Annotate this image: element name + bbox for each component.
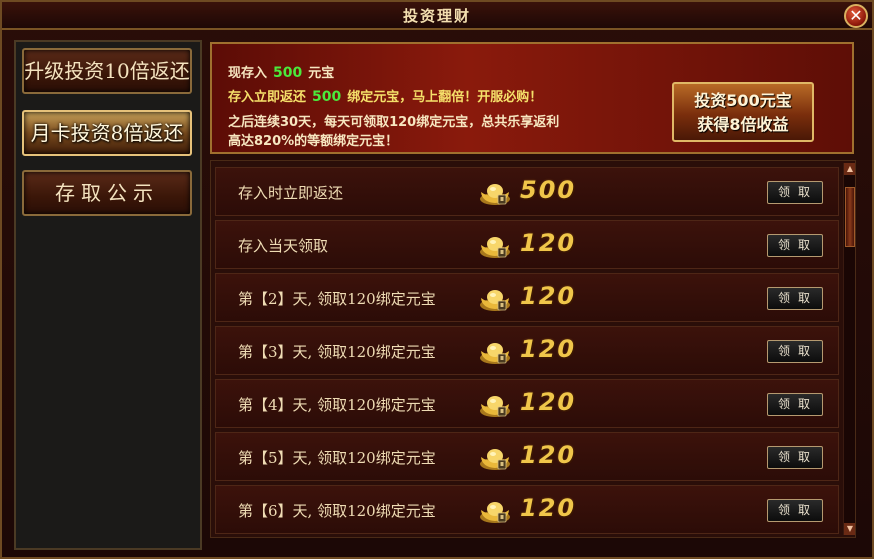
reward-row: 第【3】天, 领取120绑定元宝 120 领取 — [215, 326, 839, 375]
claim-button[interactable]: 领取 — [767, 499, 823, 522]
reward-amount: 120 — [520, 494, 577, 522]
banner-line-2: 存入立即返还 500 绑定元宝，马上翻倍！开服必购！ — [228, 86, 542, 105]
banner-line-3: 之后连续30天，每天可领取120绑定元宝，总共乐享返利 — [228, 115, 560, 130]
reward-label: 存入时立即返还 — [238, 184, 344, 202]
claim-button[interactable]: 领取 — [767, 393, 823, 416]
scroll-down-arrow-icon[interactable]: ▼ — [844, 523, 855, 535]
reward-label: 第【5】天, 领取120绑定元宝 — [238, 449, 436, 467]
reward-label: 第【3】天, 领取120绑定元宝 — [238, 343, 436, 361]
reward-row: 第【2】天, 领取120绑定元宝 120 领取 — [215, 273, 839, 322]
gold-ingot-icon — [478, 286, 512, 312]
investment-window: 投资理财 ✕ 升级投资10倍返还 月卡投资8倍返还 存取公示 现存入 500 元宝 … — [0, 0, 874, 559]
menu-monthly-invest[interactable]: 月卡投资8倍返还 — [22, 110, 192, 156]
gold-ingot-icon — [478, 445, 512, 471]
invest-button-label-1: 投资500元宝 — [694, 91, 792, 110]
banner-text: 绑定元宝，马上翻倍！开服必购！ — [347, 90, 543, 105]
reward-amount: 120 — [520, 335, 577, 363]
gold-ingot-icon — [478, 339, 512, 365]
banner-line-4: 高达820%的等额绑定元宝！ — [228, 134, 399, 149]
reward-row: 第【6】天, 领取120绑定元宝 120 领取 — [215, 485, 839, 534]
claim-button[interactable]: 领取 — [767, 446, 823, 469]
reward-row: 第【5】天, 领取120绑定元宝 120 领取 — [215, 432, 839, 481]
claim-button[interactable]: 领取 — [767, 181, 823, 204]
banner-line-1: 现存入 500 元宝 — [228, 62, 334, 81]
claim-button[interactable]: 领取 — [767, 234, 823, 257]
invest-button[interactable]: 投资500元宝 获得8倍收益 — [672, 82, 814, 142]
window-title: 投资理财 — [402, 7, 471, 25]
reward-row: 第【4】天, 领取120绑定元宝 120 领取 — [215, 379, 839, 428]
reward-amount: 120 — [520, 441, 577, 469]
reward-row: 存入时立即返还 500 领取 — [215, 167, 839, 216]
gold-ingot-icon — [478, 392, 512, 418]
reward-row: 存入当天领取 120 领取 — [215, 220, 839, 269]
gold-ingot-icon — [478, 498, 512, 524]
left-menu-panel: 升级投资10倍返还 月卡投资8倍返还 存取公示 — [14, 40, 202, 550]
reward-label: 第【6】天, 领取120绑定元宝 — [238, 502, 436, 520]
reward-label: 第【2】天, 领取120绑定元宝 — [238, 290, 436, 308]
reward-list: 存入时立即返还 500 领取 存入当天领取 120 领取 第【2】天, 领取120绑定元宝 1… — [210, 160, 856, 538]
banner-text: 存入立即返还 — [228, 90, 307, 105]
gold-ingot-icon — [478, 180, 512, 206]
banner-amount: 500 — [312, 89, 342, 105]
reward-amount: 500 — [520, 176, 577, 204]
banner-text: 现存入 — [228, 66, 268, 81]
close-icon[interactable]: ✕ — [844, 4, 868, 28]
claim-button[interactable]: 领取 — [767, 340, 823, 363]
menu-upgrade-invest[interactable]: 升级投资10倍返还 — [22, 48, 192, 94]
scrollbar[interactable]: ▲ ▼ — [843, 163, 855, 535]
scroll-up-arrow-icon[interactable]: ▲ — [844, 163, 855, 175]
reward-amount: 120 — [520, 229, 577, 257]
gold-ingot-icon — [478, 233, 512, 259]
claim-button[interactable]: 领取 — [767, 287, 823, 310]
title-bar: 投资理财 ✕ — [2, 2, 872, 30]
reward-label: 存入当天领取 — [238, 237, 329, 255]
banner-amount: 500 — [273, 65, 303, 81]
reward-amount: 120 — [520, 388, 577, 416]
banner-text: 元宝 — [308, 66, 335, 81]
reward-amount: 120 — [520, 282, 577, 310]
scroll-thumb[interactable] — [845, 187, 855, 247]
invest-button-label-2: 获得8倍收益 — [697, 115, 789, 134]
menu-deposit-record[interactable]: 存取公示 — [22, 170, 192, 216]
reward-label: 第【4】天, 领取120绑定元宝 — [238, 396, 436, 414]
promo-banner: 现存入 500 元宝 存入立即返还 500 绑定元宝，马上翻倍！开服必购！ 之后连续30… — [210, 42, 854, 154]
